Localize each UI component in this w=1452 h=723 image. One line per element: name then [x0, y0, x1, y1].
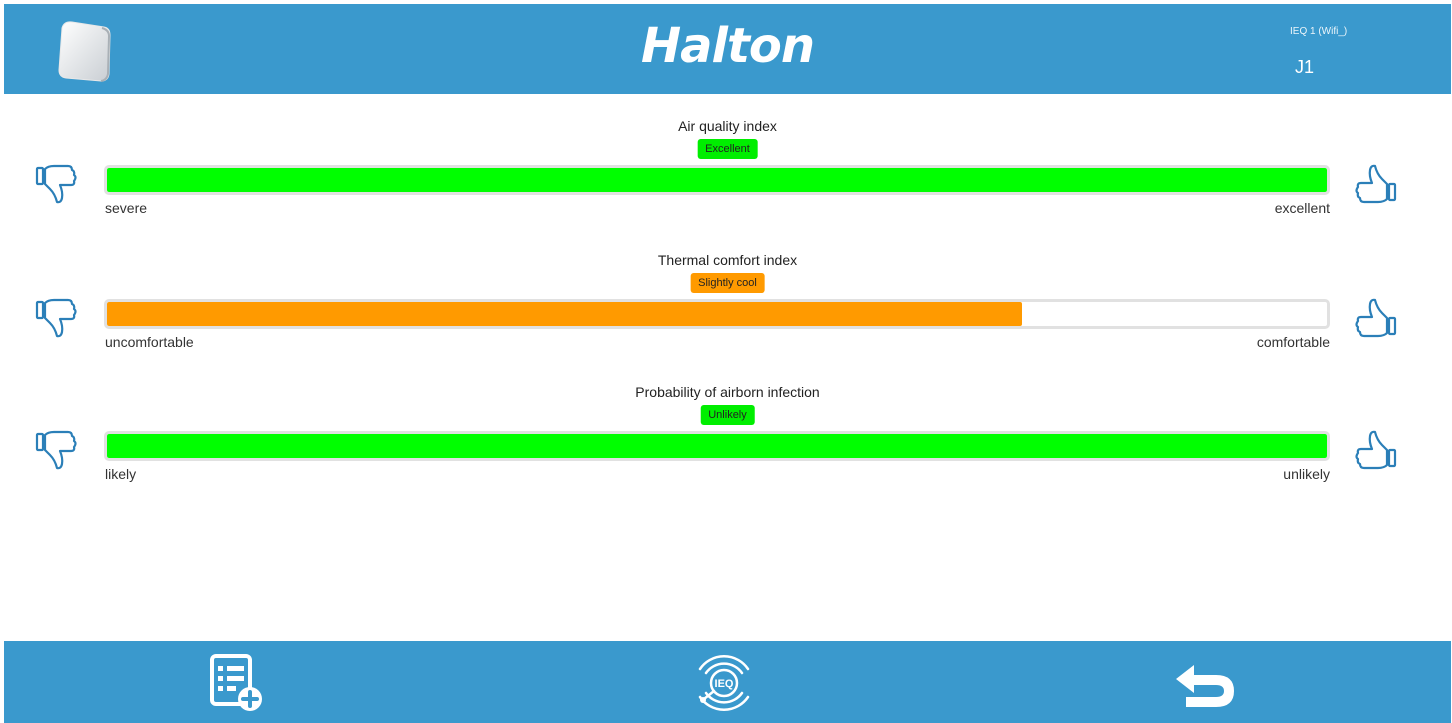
- meter-min-label: likely: [105, 466, 137, 482]
- meter-min-label: severe: [105, 200, 148, 216]
- meter-track: [104, 299, 1330, 329]
- meter-title: Air quality index: [678, 118, 777, 134]
- meter-max-label: unlikely: [1283, 466, 1330, 482]
- meter-max-label: comfortable: [1256, 334, 1330, 350]
- airborne-infection-meter: Probability of airborn infection Unlikel…: [4, 384, 1451, 504]
- meter-title: Probability of airborn infection: [635, 384, 820, 400]
- air-quality-meter: Air quality index Excellent severe excel…: [4, 118, 1451, 238]
- thumbs-down-icon[interactable]: [34, 428, 78, 472]
- meter-fill: [107, 434, 1327, 458]
- meter-track: [104, 431, 1330, 461]
- meter-fill: [107, 168, 1327, 192]
- add-list-icon[interactable]: [204, 651, 268, 715]
- meter-fill: [107, 302, 1022, 326]
- status-badge: Slightly cool: [690, 273, 765, 293]
- meter-min-label: uncomfortable: [105, 334, 194, 350]
- app-screen: Halton IEQ 1 (Wifi_) J1 Air quality inde…: [4, 4, 1451, 723]
- device-subtitle: IEQ 1 (Wifi_): [1290, 26, 1348, 37]
- top-bar: Halton IEQ 1 (Wifi_) J1: [4, 4, 1451, 94]
- meter-max-label: excellent: [1274, 200, 1330, 216]
- meter-title: Thermal comfort index: [657, 252, 798, 268]
- meter-track: [104, 165, 1330, 195]
- ieq-sensor-icon[interactable]: IEQ: [692, 651, 756, 715]
- status-badge: Excellent: [697, 139, 758, 159]
- thermal-comfort-meter: Thermal comfort index Slightly cool unco…: [4, 252, 1451, 372]
- thumbs-up-icon[interactable]: [1354, 428, 1398, 472]
- bottom-bar: IEQ: [4, 641, 1451, 723]
- thumbs-down-icon[interactable]: [34, 162, 78, 206]
- thumbs-down-icon[interactable]: [34, 296, 78, 340]
- brand-logo: Halton: [640, 18, 815, 74]
- thumbs-up-icon[interactable]: [1354, 296, 1398, 340]
- status-badge: Unlikely: [700, 405, 755, 425]
- device-id: J1: [1295, 57, 1315, 77]
- ieq-icon-label: IEQ: [715, 678, 734, 690]
- thumbs-up-icon[interactable]: [1354, 162, 1398, 206]
- back-arrow-icon[interactable]: [1172, 651, 1236, 715]
